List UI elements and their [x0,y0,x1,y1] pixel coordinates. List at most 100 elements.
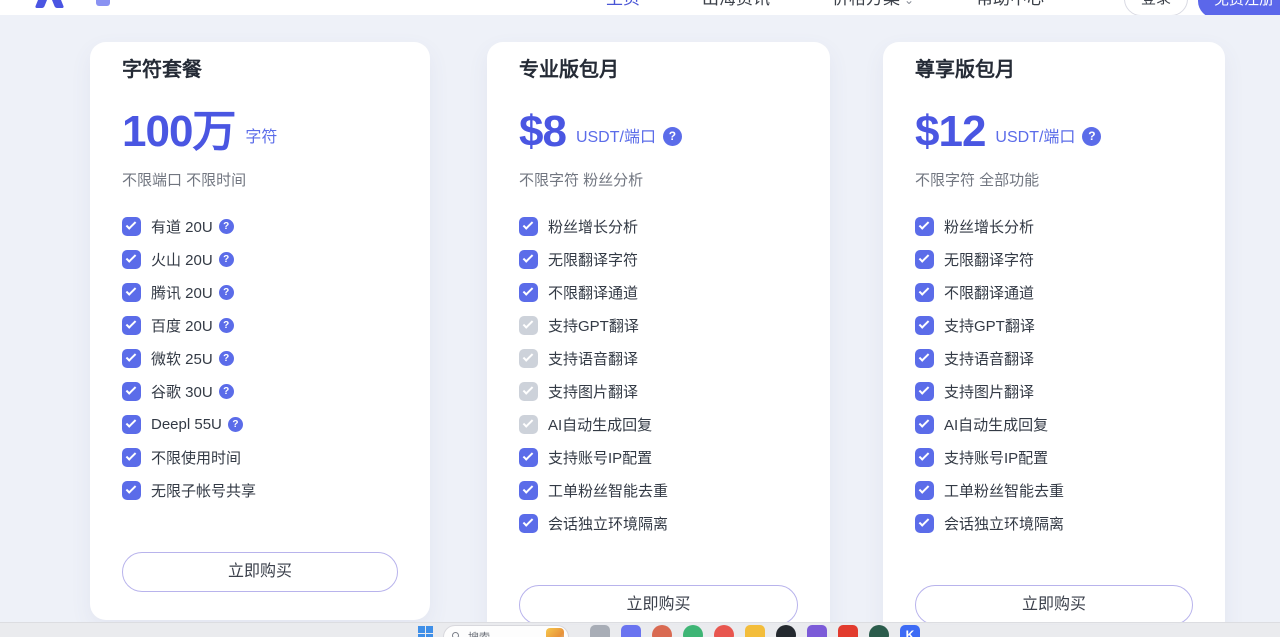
checkmark-icon [919,483,930,494]
nav-item[interactable]: 主页 [606,0,640,10]
plan-card: 字符套餐 100万 字符 不限端口 不限时间 有道 20U ? 火山 20U ?… [90,42,430,620]
feature-row: 火山 20U ? [122,243,398,276]
feature-row: 支持账号IP配置 [915,441,1193,474]
feature-help-icon[interactable]: ? [219,318,234,333]
buy-now-button[interactable]: 立即购买 [519,585,798,625]
feature-row: 支持语音翻译 [519,342,798,375]
plan-title: 字符套餐 [122,56,398,84]
buy-now-button[interactable]: 立即购买 [915,585,1193,625]
checkbox-icon [519,415,538,434]
checkmark-icon [126,483,137,494]
checkbox-icon [915,415,934,434]
checkbox-icon [915,283,934,302]
checkbox-icon [519,514,538,533]
checkbox-icon [915,514,934,533]
app-purple-icon[interactable] [807,625,827,637]
search-icon [452,632,462,637]
chevron-down-icon: ⌄ [904,0,914,7]
feature-help-icon[interactable]: ? [228,417,243,432]
checkmark-icon [126,219,137,230]
feature-label: 有道 20U [151,216,213,237]
folder-icon[interactable] [745,625,765,637]
checkbox-icon [519,382,538,401]
wechat-icon[interactable] [683,625,703,637]
feature-help-icon[interactable]: ? [219,351,234,366]
video-icon[interactable] [838,625,858,637]
plan-price-unit: USDT/端口 [576,123,656,147]
feature-label: 粉丝增长分析 [944,216,1034,237]
file-explorer-icon[interactable] [590,625,610,637]
feature-label: 会话独立环境隔离 [548,513,668,534]
feature-help-icon[interactable]: ? [219,384,234,399]
feature-label: AI自动生成回复 [944,414,1048,435]
profile-avatar-icon[interactable] [652,625,672,637]
checkbox-icon [519,448,538,467]
feature-label: 支持账号IP配置 [944,447,1048,468]
feature-row: 粉丝增长分析 [519,210,798,243]
taskbar-search-input[interactable]: 搜索 [443,625,569,637]
nav-item[interactable]: 价格方案⌄ [832,0,914,11]
checkbox-icon [519,316,538,335]
kook-icon[interactable]: K [900,625,920,637]
browser-icon[interactable] [714,625,734,637]
login-button[interactable]: 登录 [1124,0,1188,15]
register-button[interactable]: 免费注册 [1198,0,1280,15]
checkbox-icon [122,250,141,269]
feature-row: 不限翻译通道 [915,276,1193,309]
checkbox-icon [122,382,141,401]
feature-row: 支持语音翻译 [915,342,1193,375]
github-icon[interactable] [776,625,796,637]
feature-label: 谷歌 30U [151,381,213,402]
search-placeholder-text: 搜索 [468,629,546,637]
top-nav-bar: 主页 出海资讯 价格方案⌄ 帮助中心 登录 免费注册 [0,0,1280,15]
checkbox-icon [519,481,538,500]
logo-mark [35,0,50,8]
feature-label: 支持图片翻译 [548,381,638,402]
feature-label: AI自动生成回复 [548,414,652,435]
feature-label: Deepl 55U [151,416,222,433]
checkmark-icon [126,450,137,461]
checkbox-icon [519,283,538,302]
checkmark-icon [919,318,930,329]
checkmark-icon [126,252,137,263]
plan-title: 尊享版包月 [915,56,1193,84]
checkmark-icon [919,417,930,428]
feature-help-icon[interactable]: ? [219,219,234,234]
checkmark-icon [523,219,534,230]
nav-item[interactable]: 帮助中心 [976,0,1044,10]
checkmark-icon [523,450,534,461]
app-darkgreen-icon[interactable] [869,625,889,637]
checkbox-icon [915,448,934,467]
feature-row: 无限翻译字符 [915,243,1193,276]
price-help-icon[interactable]: ? [663,127,682,146]
app-indigo-icon[interactable] [621,625,641,637]
feature-label: 腾讯 20U [151,282,213,303]
feature-help-icon[interactable]: ? [219,252,234,267]
feature-row: 工单粉丝智能去重 [915,474,1193,507]
plan-price-unit: USDT/端口 [995,123,1075,147]
site-logo[interactable] [38,0,148,10]
feature-label: 不限翻译通道 [944,282,1034,303]
buy-now-button[interactable]: 立即购买 [122,552,398,592]
checkbox-icon [519,250,538,269]
windows-start-icon[interactable] [418,626,433,637]
feature-help-icon[interactable]: ? [219,285,234,300]
checkmark-icon [919,384,930,395]
feature-row: 支持账号IP配置 [519,441,798,474]
checkmark-icon [523,417,534,428]
feature-row: 支持图片翻译 [519,375,798,408]
plan-price-row: $12 USDT/端口 ? [915,106,1193,154]
checkmark-icon [126,351,137,362]
checkmark-icon [523,384,534,395]
checkbox-icon [915,217,934,236]
windows-taskbar: 搜索 K [0,622,1280,637]
price-help-icon[interactable]: ? [1082,127,1101,146]
feature-label: 支持GPT翻译 [944,315,1035,336]
nav-item[interactable]: 出海资讯 [702,0,770,10]
feature-label: 工单粉丝智能去重 [548,480,668,501]
checkbox-icon [915,316,934,335]
feature-row: 支持GPT翻译 [519,309,798,342]
feature-label: 粉丝增长分析 [548,216,638,237]
feature-row: 无限子帐号共享 [122,474,398,507]
feature-row: 百度 20U ? [122,309,398,342]
